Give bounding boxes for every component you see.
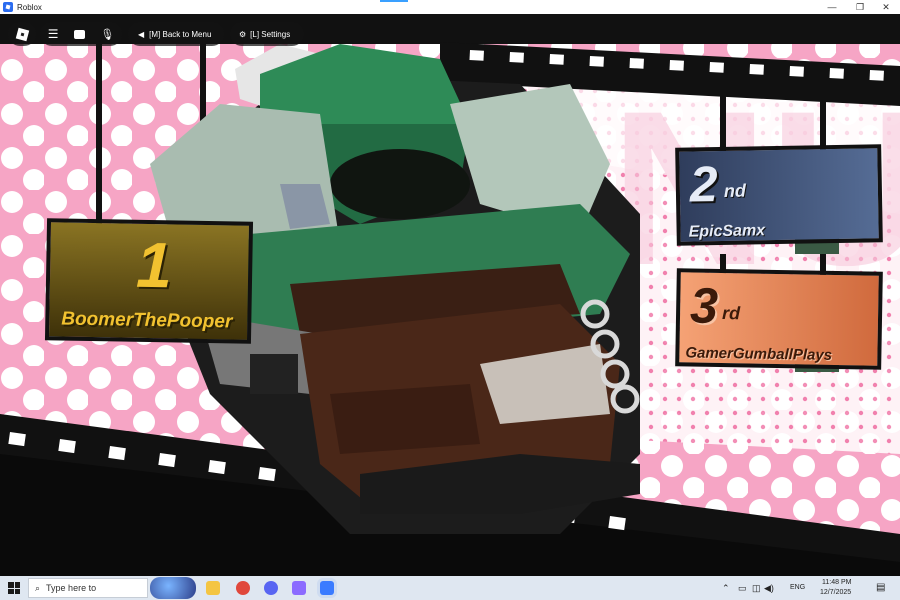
third-place-card: 3 rd GamerGumballPlays [675, 268, 883, 370]
back-arrow-icon: ◀ [138, 29, 145, 39]
settings-label: [L] Settings [250, 29, 291, 39]
roblox-toolbar: ☰ 🎙 [40, 22, 122, 46]
notification-icon[interactable]: ▤ [876, 582, 885, 593]
game-viewport[interactable]: NU [0, 14, 900, 576]
taskbar-date[interactable]: 12/7/2025 [820, 589, 851, 596]
app-icon[interactable] [292, 581, 306, 595]
microphone-muted-icon[interactable]: 🎙 [100, 28, 114, 41]
battery-icon[interactable]: ▭ [738, 583, 747, 594]
first-place-card: 1 BoomerThePooper [44, 218, 254, 344]
roblox-menu-button[interactable] [8, 22, 36, 46]
volume-icon[interactable]: ◀) [764, 583, 774, 594]
minimize-button[interactable]: — [818, 0, 846, 14]
roblox-window: Roblox — ❐ ✕ 1 BoomerThePooper 2 nd Epic… [0, 0, 900, 576]
title-accent [380, 0, 408, 2]
browser-icon[interactable] [236, 581, 250, 595]
tray-chevron-icon[interactable]: ⌃ [722, 583, 730, 594]
back-to-menu-label: [M] Back to Menu [149, 29, 212, 39]
roblox-taskbar-icon[interactable] [320, 581, 334, 595]
gear-icon: ⚙ [239, 29, 247, 39]
search-placeholder: Type here to [46, 583, 97, 593]
second-place-rank: 2 [689, 156, 719, 213]
settings-button[interactable]: ⚙ [L] Settings [230, 22, 304, 46]
third-place-suffix: rd [721, 303, 741, 324]
taskbar: ⌕ Type here to ⌃ ▭ ◫ ◀) ENG 11:48 PM 12/… [0, 576, 900, 600]
second-place-name: EpicSamx [688, 222, 766, 241]
first-place-rank: 1 [135, 228, 173, 302]
hamburger-menu-icon[interactable]: ☰ [48, 27, 59, 41]
title-bar: Roblox — ❐ ✕ [0, 0, 900, 14]
roblox-app-icon [3, 2, 13, 12]
file-explorer-icon[interactable] [206, 581, 220, 595]
second-place-card: 2 nd EpicSamx [675, 144, 883, 246]
back-to-menu-button[interactable]: ◀ [M] Back to Menu [128, 22, 224, 46]
roblox-logo-icon [15, 27, 29, 41]
language-indicator[interactable]: ENG [790, 584, 805, 591]
taskbar-time[interactable]: 11:48 PM [822, 579, 851, 586]
third-place-rank: 3 [689, 277, 719, 334]
maximize-button[interactable]: ❐ [846, 0, 874, 14]
window-title: Roblox [17, 2, 42, 12]
first-place-name: BoomerThePooper [61, 308, 233, 333]
second-place-suffix: nd [723, 180, 747, 201]
search-box[interactable]: ⌕ Type here to [28, 578, 148, 598]
discord-icon[interactable] [264, 581, 278, 595]
third-place-name: GamerGumballPlays [685, 344, 833, 364]
chat-icon[interactable] [73, 29, 85, 39]
network-icon[interactable]: ◫ [752, 583, 761, 594]
search-icon: ⌕ [35, 582, 41, 593]
widgets-icon[interactable] [150, 577, 196, 599]
close-button[interactable]: ✕ [872, 0, 900, 14]
windows-start-icon[interactable] [8, 582, 20, 594]
